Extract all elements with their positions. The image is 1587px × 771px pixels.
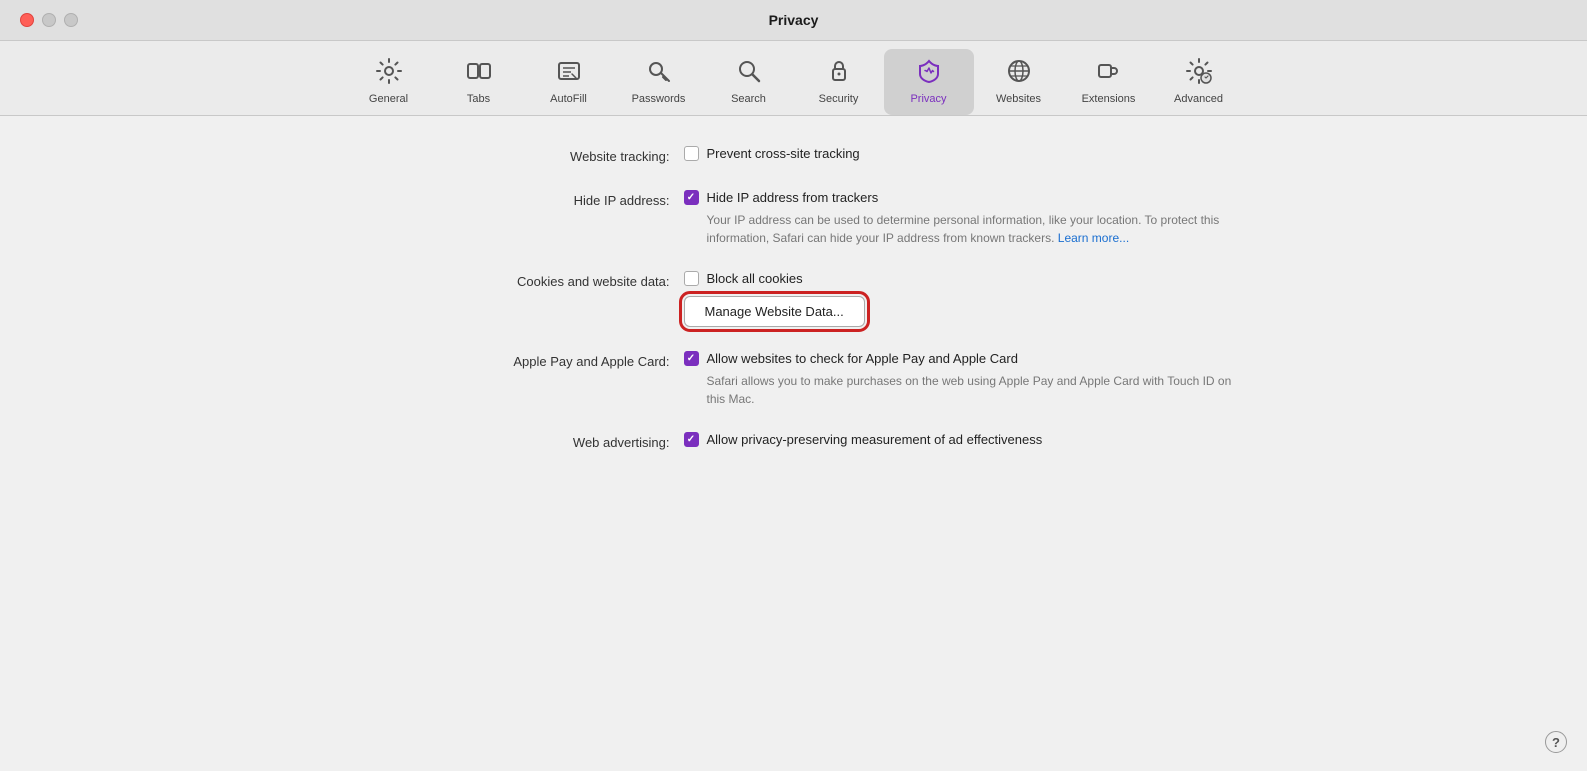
web-advertising-control: Allow privacy-preserving measurement of … (684, 432, 1043, 447)
hide-ip-text: Hide IP address from trackers (707, 190, 879, 205)
passwords-icon (645, 57, 673, 89)
advanced-icon (1185, 57, 1213, 89)
tab-websites[interactable]: Websites (974, 49, 1064, 115)
websites-icon (1005, 57, 1033, 89)
website-tracking-control: Prevent cross-site tracking (684, 146, 860, 161)
help-button[interactable]: ? (1545, 731, 1567, 753)
tab-tabs[interactable]: Tabs (434, 49, 524, 115)
hide-ip-description: Your IP address can be used to determine… (707, 211, 1244, 247)
tab-passwords[interactable]: Passwords (614, 49, 704, 115)
window-controls (20, 13, 78, 27)
block-cookies-text: Block all cookies (707, 271, 803, 286)
tab-autofill-label: AutoFill (550, 93, 587, 105)
tab-extensions-label: Extensions (1082, 93, 1136, 105)
tab-autofill[interactable]: AutoFill (524, 49, 614, 115)
web-advertising-text: Allow privacy-preserving measurement of … (707, 432, 1043, 447)
gear-icon (375, 57, 403, 89)
tabs-icon (465, 57, 493, 89)
website-tracking-text: Prevent cross-site tracking (707, 146, 860, 161)
web-advertising-label: Web advertising: (344, 432, 684, 452)
website-tracking-checkbox-row: Prevent cross-site tracking (684, 146, 860, 161)
tab-security[interactable]: Security (794, 49, 884, 115)
content-area: Website tracking: Prevent cross-site tra… (0, 116, 1587, 771)
website-tracking-checkbox[interactable] (684, 146, 699, 161)
web-advertising-row: Web advertising: Allow privacy-preservin… (344, 432, 1244, 452)
cookies-checkbox[interactable] (684, 271, 699, 286)
tab-search[interactable]: Search (704, 49, 794, 115)
apple-pay-control: Allow websites to check for Apple Pay an… (684, 351, 1244, 408)
toolbar: General Tabs AutoFill (0, 41, 1587, 116)
manage-website-data-button[interactable]: Manage Website Data... (684, 296, 865, 327)
learn-more-link[interactable]: Learn more... (1058, 231, 1129, 245)
privacy-icon (915, 57, 943, 89)
window-title: Privacy (769, 12, 819, 28)
tab-security-label: Security (819, 93, 859, 105)
apple-pay-row: Apple Pay and Apple Card: Allow websites… (344, 351, 1244, 408)
cookies-label: Cookies and website data: (344, 271, 684, 291)
web-advertising-checkbox[interactable] (684, 432, 699, 447)
website-tracking-row: Website tracking: Prevent cross-site tra… (344, 146, 1244, 166)
tab-websites-label: Websites (996, 93, 1041, 105)
tab-privacy-label: Privacy (910, 93, 946, 105)
web-advertising-checkbox-row: Allow privacy-preserving measurement of … (684, 432, 1043, 447)
tab-privacy[interactable]: Privacy (884, 49, 974, 115)
website-tracking-label: Website tracking: (344, 146, 684, 166)
search-icon (735, 57, 763, 89)
minimize-button[interactable] (42, 13, 56, 27)
cookies-row: Cookies and website data: Block all cook… (344, 271, 1244, 327)
tab-general-label: General (369, 93, 408, 105)
tab-extensions[interactable]: Extensions (1064, 49, 1154, 115)
title-bar: Privacy (0, 0, 1587, 41)
tab-search-label: Search (731, 93, 766, 105)
apple-pay-description: Safari allows you to make purchases on t… (707, 372, 1244, 408)
tab-advanced-label: Advanced (1174, 93, 1223, 105)
cookies-checkbox-row: Block all cookies (684, 271, 865, 286)
hide-ip-checkbox[interactable] (684, 190, 699, 205)
hide-ip-row: Hide IP address: Hide IP address from tr… (344, 190, 1244, 247)
hide-ip-label: Hide IP address: (344, 190, 684, 210)
apple-pay-text: Allow websites to check for Apple Pay an… (707, 351, 1018, 366)
tab-passwords-label: Passwords (632, 93, 686, 105)
tab-advanced[interactable]: Advanced (1154, 49, 1244, 115)
tab-tabs-label: Tabs (467, 93, 490, 105)
manage-website-data-btn-wrapper: Manage Website Data... (684, 296, 865, 327)
close-button[interactable] (20, 13, 34, 27)
apple-pay-label: Apple Pay and Apple Card: (344, 351, 684, 371)
security-icon (825, 57, 853, 89)
hide-ip-control: Hide IP address from trackers Your IP ad… (684, 190, 1244, 247)
cookies-controls: Block all cookies Manage Website Data... (684, 271, 865, 327)
hide-ip-checkbox-row: Hide IP address from trackers (684, 190, 1244, 205)
apple-pay-checkbox[interactable] (684, 351, 699, 366)
tab-general[interactable]: General (344, 49, 434, 115)
settings-container: Website tracking: Prevent cross-site tra… (344, 146, 1244, 452)
extensions-icon (1095, 57, 1123, 89)
maximize-button[interactable] (64, 13, 78, 27)
autofill-icon (555, 57, 583, 89)
apple-pay-checkbox-row: Allow websites to check for Apple Pay an… (684, 351, 1244, 366)
